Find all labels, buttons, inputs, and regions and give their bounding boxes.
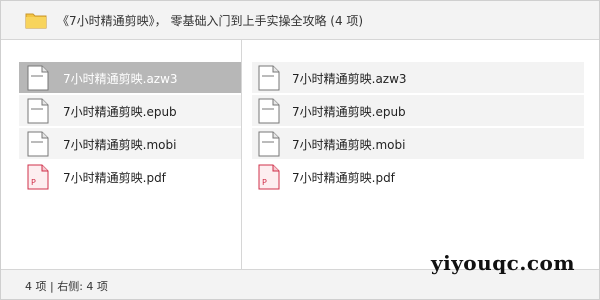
file-name: 7小时精通剪映.azw3 <box>63 72 178 86</box>
document-icon <box>27 65 49 91</box>
right-file-row-mobi[interactable]: 7小时精通剪映.mobi <box>252 128 584 159</box>
left-file-row-azw3[interactable]: 7小时精通剪映.azw3 <box>19 62 241 93</box>
right-file-pane[interactable]: 7小时精通剪映.azw3 7小时精通剪映.epub 7小时精通剪映.mobi P… <box>242 40 599 269</box>
document-icon <box>258 98 280 124</box>
watermark: yiyouqc.com <box>430 251 575 275</box>
folder-icon <box>25 13 47 29</box>
document-icon <box>258 131 280 157</box>
window-title: 《7小时精通剪映》， 零基础入门到上手实操全攻略 (4 项) <box>57 14 364 28</box>
document-icon <box>27 131 49 157</box>
left-file-row-mobi[interactable]: 7小时精通剪映.mobi <box>19 128 241 159</box>
pdf-icon: P <box>27 164 49 190</box>
item-count-status: 4 项 | 右侧: 4 项 <box>25 280 108 293</box>
svg-text:P: P <box>31 178 36 187</box>
file-name: 7小时精通剪映.mobi <box>63 138 177 152</box>
svg-text:P: P <box>262 178 267 187</box>
file-name: 7小时精通剪映.epub <box>63 105 177 119</box>
file-name: 7小时精通剪映.azw3 <box>292 72 407 86</box>
file-compare-window: 《7小时精通剪映》， 零基础入门到上手实操全攻略 (4 项) 7小时精通剪映.a… <box>0 0 600 300</box>
left-file-pane[interactable]: 7小时精通剪映.azw3 7小时精通剪映.epub 7小时精通剪映.mobi P… <box>1 40 242 269</box>
left-file-row-pdf[interactable]: P 7小时精通剪映.pdf <box>19 161 241 192</box>
left-file-row-epub[interactable]: 7小时精通剪映.epub <box>19 95 241 126</box>
left-file-list: 7小时精通剪映.azw3 7小时精通剪映.epub 7小时精通剪映.mobi P… <box>1 62 241 194</box>
right-file-list: 7小时精通剪映.azw3 7小时精通剪映.epub 7小时精通剪映.mobi P… <box>242 62 599 194</box>
document-icon <box>27 98 49 124</box>
file-name: 7小时精通剪映.pdf <box>63 171 166 185</box>
document-icon <box>258 65 280 91</box>
file-name: 7小时精通剪映.pdf <box>292 171 395 185</box>
file-name: 7小时精通剪映.mobi <box>292 138 406 152</box>
right-file-row-azw3[interactable]: 7小时精通剪映.azw3 <box>252 62 584 93</box>
right-file-row-pdf[interactable]: P 7小时精通剪映.pdf <box>252 161 584 192</box>
pdf-icon: P <box>258 164 280 190</box>
right-file-row-epub[interactable]: 7小时精通剪映.epub <box>252 95 584 126</box>
title-bar: 《7小时精通剪映》， 零基础入门到上手实操全攻略 (4 项) <box>1 1 599 40</box>
file-name: 7小时精通剪映.epub <box>292 105 406 119</box>
